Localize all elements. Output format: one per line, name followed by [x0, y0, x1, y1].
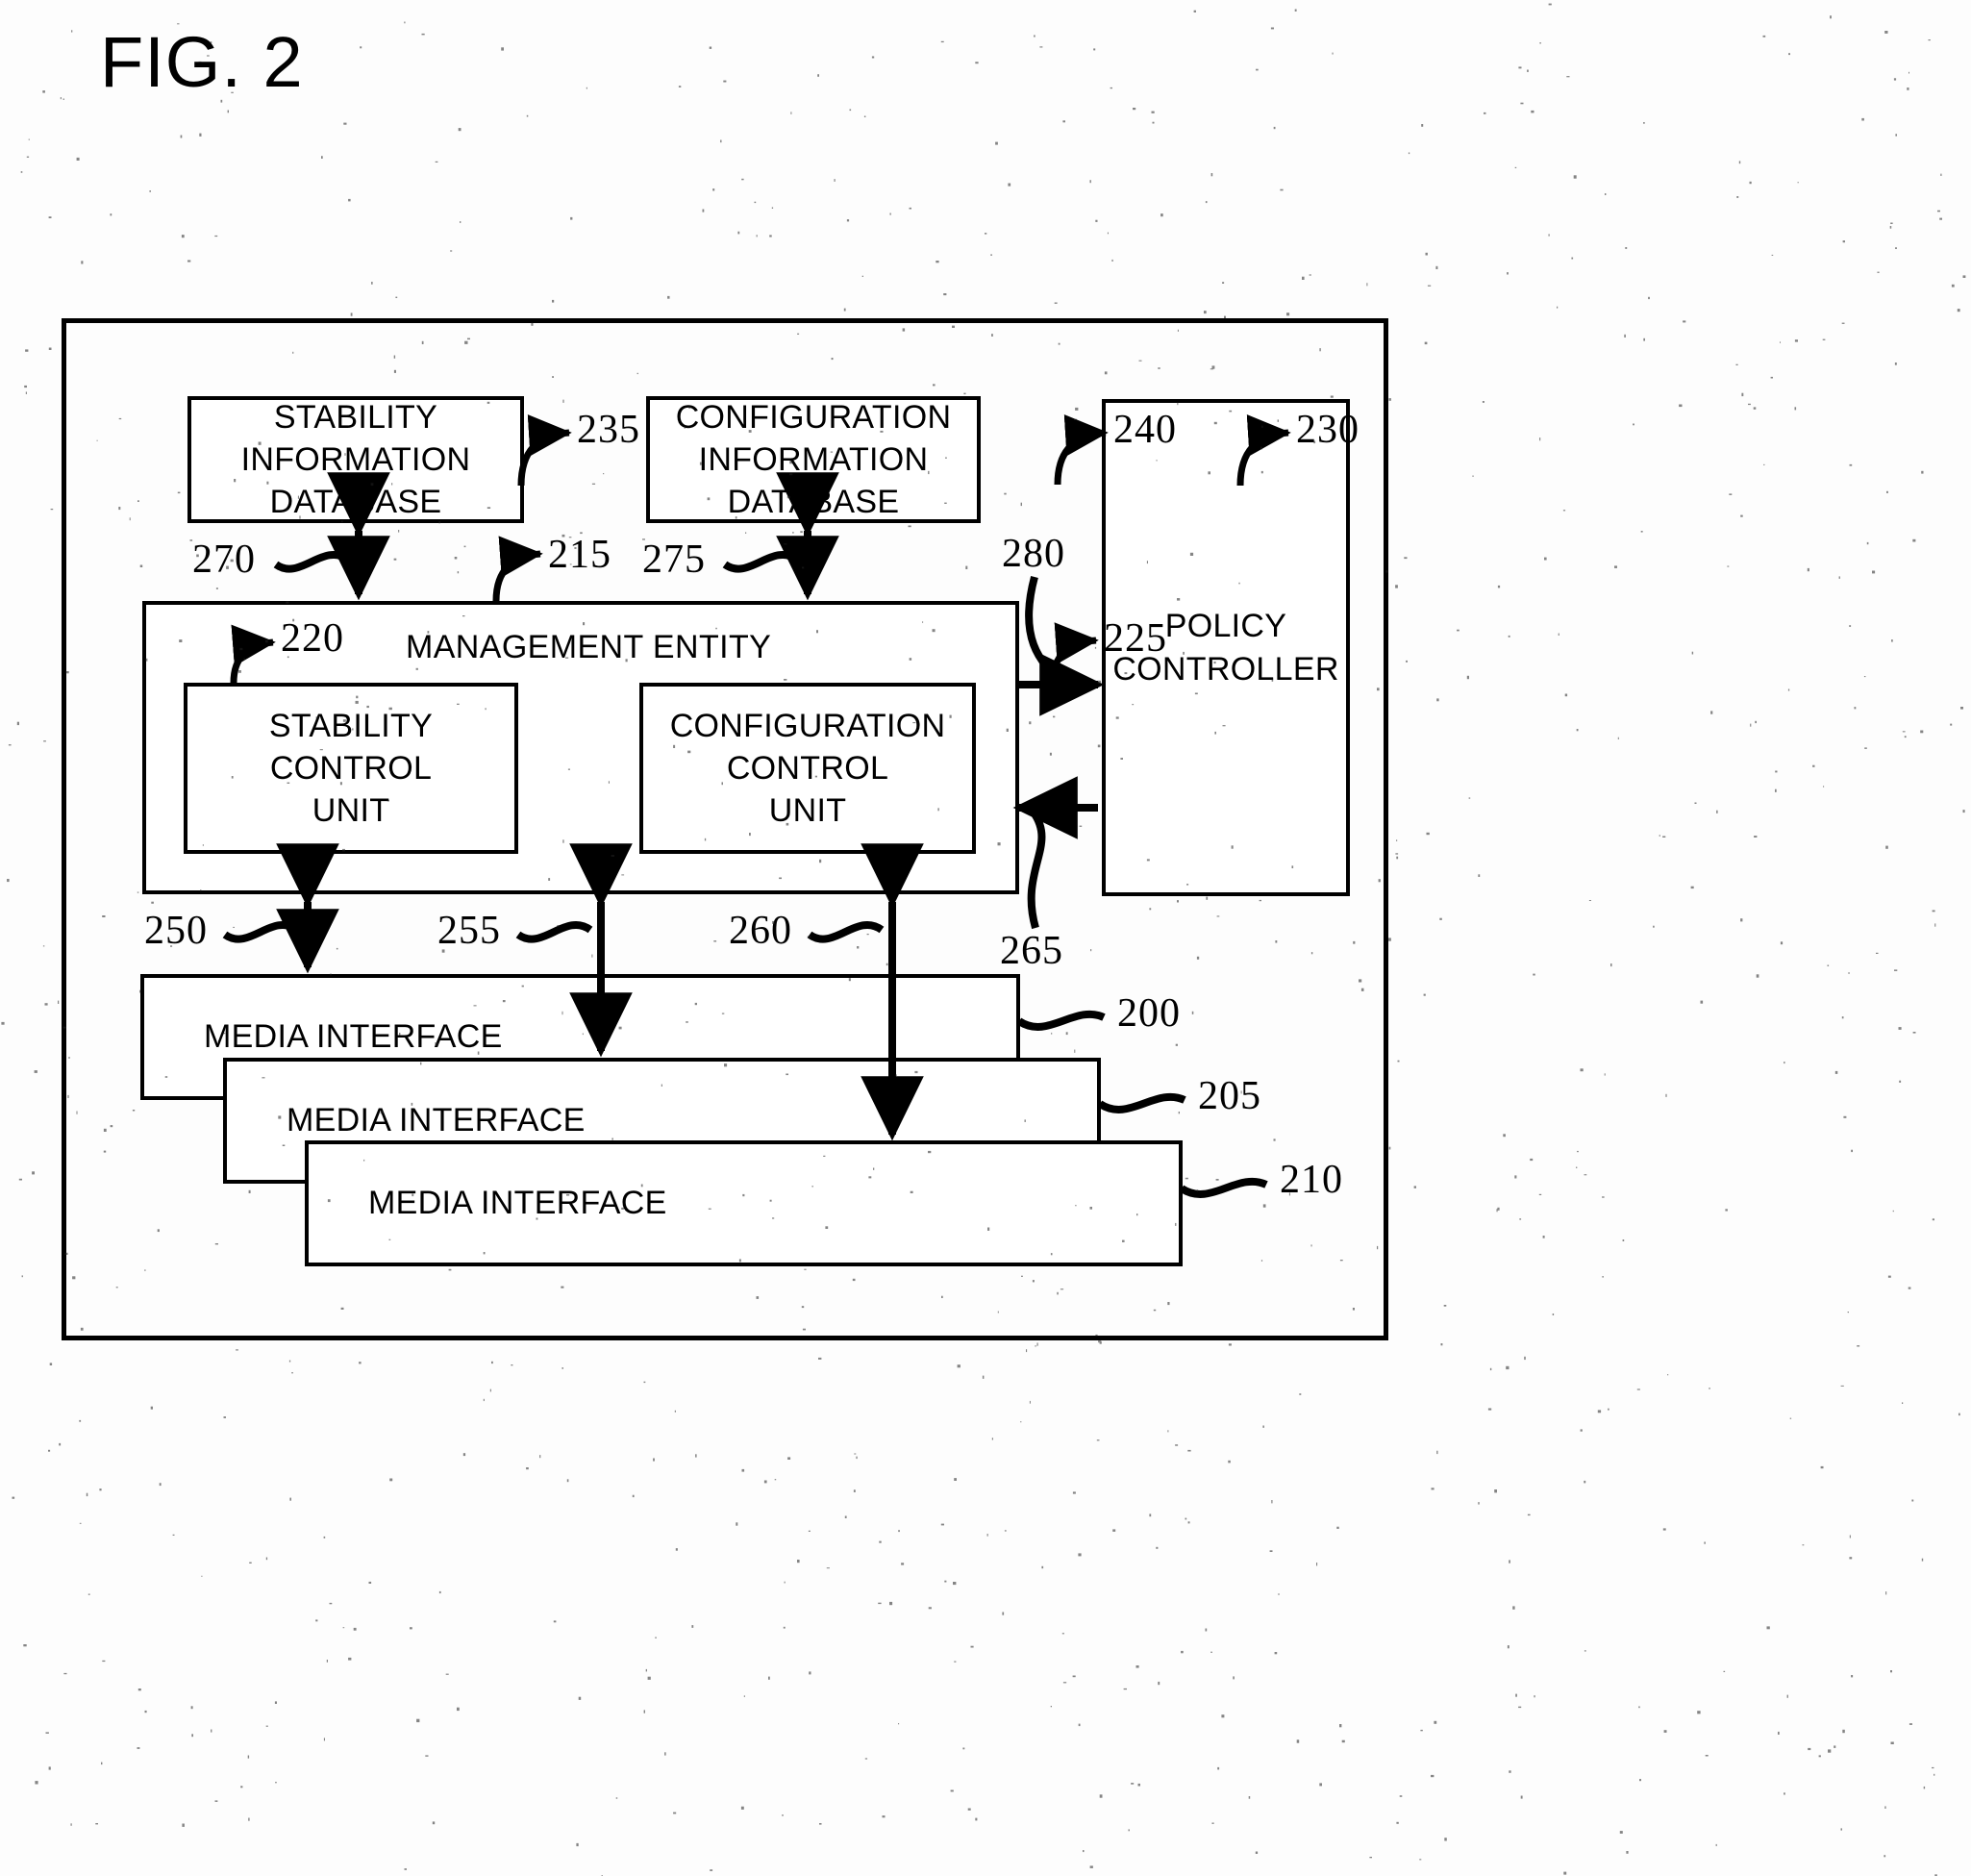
stability-db-line-1: STABILITY: [273, 398, 438, 436]
stability-cu-line-2: CONTROL: [269, 749, 433, 787]
media-interface-box-3: MEDIA INTERFACE: [305, 1140, 1183, 1266]
ref-210: 210: [1280, 1158, 1343, 1202]
stability-db-line-3: DATABASE: [269, 484, 442, 521]
media-interface-label-2: MEDIA INTERFACE: [287, 1102, 586, 1139]
ref-220: 220: [281, 616, 344, 661]
ref-250: 250: [144, 909, 208, 953]
ref-280: 280: [1002, 532, 1065, 576]
configuration-information-database-box: CONFIGURATION INFORMATION DATABASE: [646, 396, 981, 523]
media-interface-label-3: MEDIA INTERFACE: [368, 1185, 667, 1222]
stability-cu-line-3: UNIT: [312, 792, 390, 830]
ref-255: 255: [437, 909, 501, 953]
stability-control-unit-box: STABILITY CONTROL UNIT: [184, 683, 518, 854]
policy-controller-line-1: POLICY: [1164, 608, 1287, 645]
media-interface-label-1: MEDIA INTERFACE: [204, 1018, 503, 1056]
configuration-cu-line-3: UNIT: [768, 792, 847, 830]
configuration-cu-line-1: CONFIGURATION: [669, 707, 946, 744]
stability-db-line-2: INFORMATION: [240, 440, 471, 478]
stability-cu-line-1: STABILITY: [268, 707, 434, 744]
ref-205: 205: [1198, 1074, 1261, 1118]
ref-225: 225: [1104, 616, 1167, 661]
stability-information-database-box: STABILITY INFORMATION DATABASE: [187, 396, 524, 523]
management-entity-title: MANAGEMENT ENTITY: [406, 629, 772, 665]
configuration-db-line-1: CONFIGURATION: [675, 398, 952, 436]
ref-235: 235: [577, 408, 640, 452]
ref-200: 200: [1117, 991, 1181, 1036]
configuration-db-line-3: DATABASE: [727, 484, 900, 521]
ref-240: 240: [1113, 408, 1177, 452]
ref-265: 265: [1000, 929, 1063, 973]
configuration-cu-line-2: CONTROL: [726, 749, 889, 787]
configuration-db-line-2: INFORMATION: [698, 440, 929, 478]
ref-215: 215: [548, 533, 611, 577]
patent-figure-page: FIG. 2 STABILITY INFORMATION DATABASE CO…: [0, 0, 1971, 1876]
figure-title: FIG. 2: [100, 22, 304, 102]
ref-275: 275: [642, 538, 706, 582]
ref-230: 230: [1296, 408, 1360, 452]
configuration-control-unit-box: CONFIGURATION CONTROL UNIT: [639, 683, 976, 854]
ref-260: 260: [729, 909, 792, 953]
ref-270: 270: [192, 538, 256, 582]
